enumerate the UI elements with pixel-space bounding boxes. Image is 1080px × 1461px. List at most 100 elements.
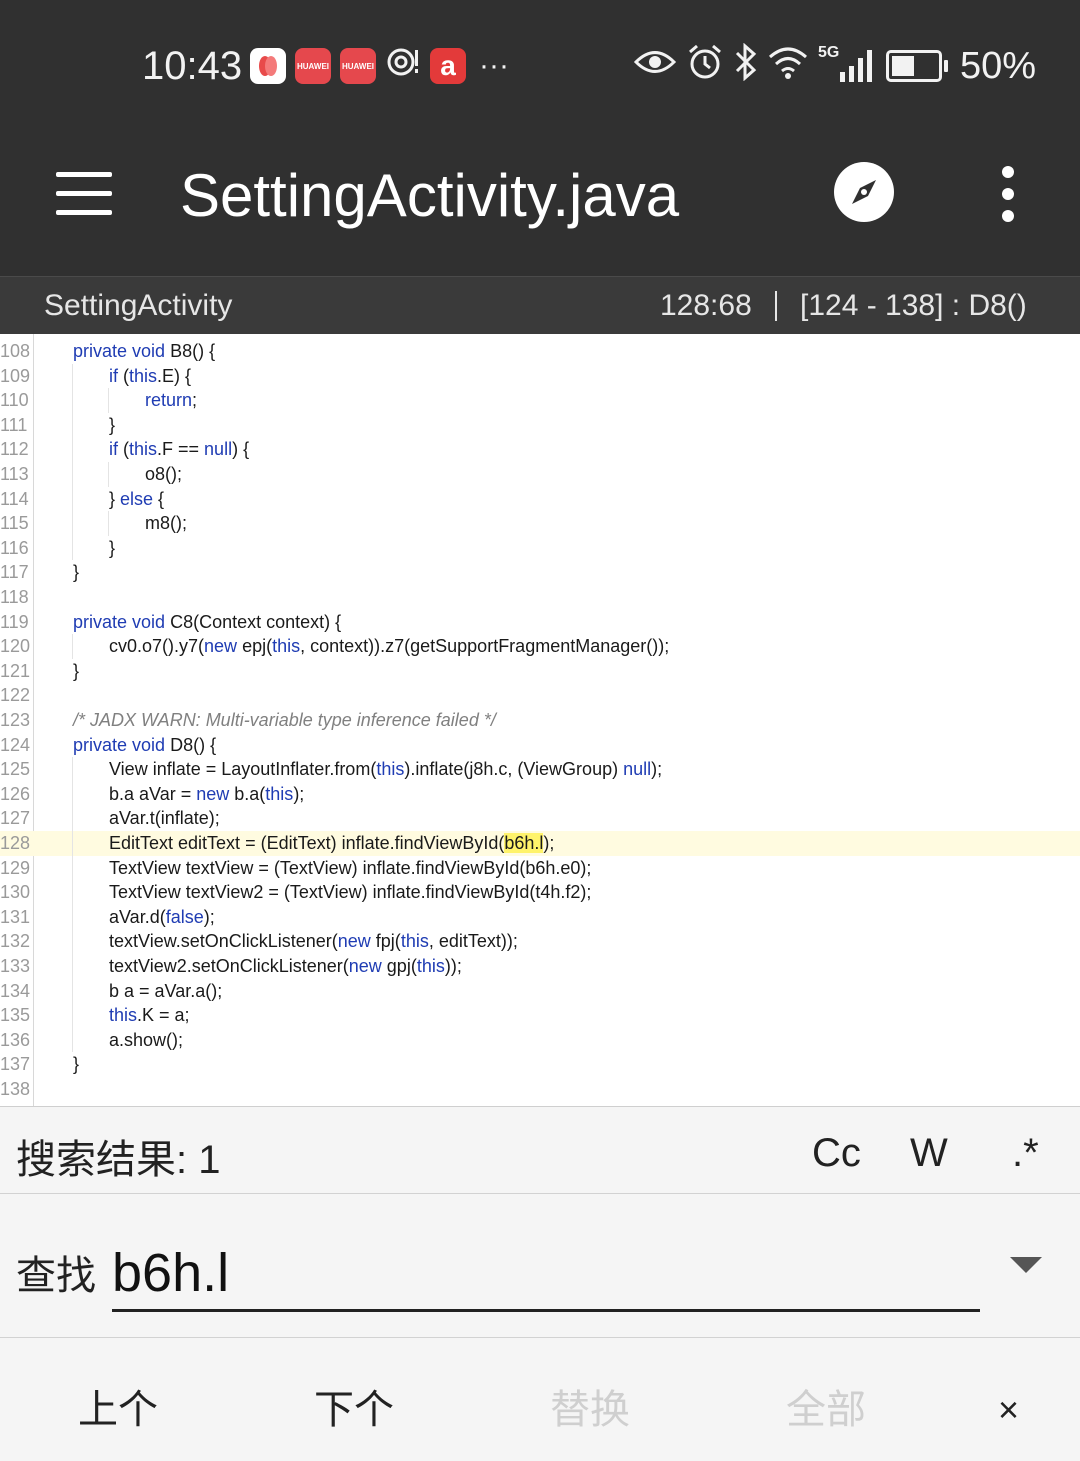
method-range[interactable]: [124 - 138] : D8()	[800, 289, 1027, 323]
code-line[interactable]: 134 b a = aVar.a();	[0, 979, 1080, 1004]
code-line[interactable]: 125 View inflate = LayoutInflater.from(th…	[0, 757, 1080, 782]
code-editor[interactable]: 108 private void B8() {109 if (this.E) {11…	[0, 334, 1080, 1106]
code-line[interactable]: 119 private void C8(Context context) {	[0, 610, 1080, 635]
next-match-button[interactable]: 下个	[314, 1377, 394, 1435]
wifi-icon	[768, 45, 808, 88]
code-line[interactable]: 118	[0, 585, 1080, 610]
code-line[interactable]: 131 aVar.d(false);	[0, 905, 1080, 930]
line-number: 136	[0, 1029, 31, 1050]
code-line[interactable]: 120 cv0.o7().y7(new epj(this, context)).z…	[0, 634, 1080, 659]
code-token: textView2.setOnClickListener(	[109, 956, 349, 976]
keyword-token: this	[129, 439, 158, 460]
code-text: TextView textView2 = (TextView) inflate.…	[109, 880, 591, 905]
find-label: 查找	[16, 1254, 96, 1298]
code-text: a.show();	[109, 1028, 183, 1053]
code-token: }	[73, 660, 80, 681]
code-line[interactable]: 112 if (this.F == null) {	[0, 437, 1080, 462]
find-input[interactable]	[112, 1237, 980, 1312]
regex-toggle[interactable]: .*	[1012, 1131, 1039, 1176]
code-token: textView.setOnClickListener(	[109, 931, 338, 952]
keyword-token: void	[132, 611, 166, 632]
code-line[interactable]: 136 a.show();	[0, 1028, 1080, 1053]
keyword-token: void	[132, 341, 166, 361]
code-text: cv0.o7().y7(new epj(this, context)).z7(g…	[109, 634, 669, 659]
code-line[interactable]: 129 TextView textView = (TextView) inflat…	[0, 856, 1080, 881]
code-line[interactable]: 128 EditText editText = (EditText) inflat…	[0, 831, 1080, 856]
code-text: b a = aVar.a();	[109, 979, 222, 1004]
bluetooth-icon	[734, 42, 758, 90]
code-line[interactable]: 111}	[0, 413, 1080, 438]
more-notifications-icon: ···	[479, 49, 509, 82]
search-match-highlight: b6h.l	[504, 833, 544, 853]
code-token: }	[109, 414, 116, 435]
compass-icon[interactable]	[834, 162, 894, 222]
line-number: 109	[0, 365, 31, 386]
line-number: 119	[0, 611, 29, 632]
line-number: 125	[0, 759, 31, 780]
code-line[interactable]: 113 o8();	[0, 462, 1080, 487]
code-token: TextView textView = (TextView) inflate.f…	[109, 857, 592, 878]
code-line[interactable]: 135 this.K = a;	[0, 1003, 1080, 1028]
line-number: 129	[0, 857, 31, 878]
code-line[interactable]: 132 textView.setOnClickListener(new fpj(t…	[0, 929, 1080, 954]
match-case-toggle[interactable]: Cc	[812, 1131, 861, 1176]
code-token: fpj(	[370, 931, 401, 952]
keyword-token: this	[400, 931, 429, 952]
code-line[interactable]: 137}	[0, 1052, 1080, 1077]
code-line[interactable]: 116}	[0, 536, 1080, 561]
code-line[interactable]: 123 /* JADX WARN: Multi-variable type inf…	[0, 708, 1080, 733]
code-text: private void B8() {	[73, 339, 215, 364]
code-line[interactable]: 127 aVar.t(inflate);	[0, 806, 1080, 831]
code-token: View inflate = LayoutInflater.from(	[109, 759, 377, 780]
dropdown-arrow-icon[interactable]	[1010, 1257, 1042, 1273]
hamburger-menu-icon[interactable]	[56, 172, 112, 216]
code-line[interactable]: 138	[0, 1077, 1080, 1102]
code-token: m8();	[145, 513, 187, 534]
line-number: 124	[0, 734, 31, 755]
code-line[interactable]: 115 m8();	[0, 511, 1080, 536]
code-line[interactable]: 109 if (this.E) {	[0, 364, 1080, 389]
keyword-token: private	[73, 611, 128, 632]
replace-all-button[interactable]: 全部	[786, 1377, 866, 1435]
code-line[interactable]: 133 textView2.setOnClickListener(new gpj(…	[0, 954, 1080, 979]
replace-button[interactable]: 替换	[550, 1377, 630, 1435]
code-line[interactable]: 124 private void D8() {	[0, 733, 1080, 758]
code-token: );	[203, 906, 215, 927]
code-line[interactable]: 122	[0, 683, 1080, 708]
code-text: aVar.t(inflate);	[109, 806, 220, 831]
whole-word-toggle[interactable]: W	[910, 1131, 948, 1176]
keyword-token: null	[623, 759, 652, 780]
line-number: 116	[0, 537, 29, 558]
previous-match-button[interactable]: 上个	[78, 1377, 158, 1435]
code-line[interactable]: 126 b.a aVar = new b.a(this);	[0, 782, 1080, 807]
code-line[interactable]: 130 TextView textView2 = (TextView) infla…	[0, 880, 1080, 905]
close-search-icon[interactable]: ×	[998, 1389, 1019, 1431]
overflow-menu-icon[interactable]	[996, 166, 1020, 222]
code-text: textView2.setOnClickListener(new gpj(thi…	[109, 954, 462, 979]
code-token: , editText));	[428, 931, 518, 952]
indent-guide	[72, 363, 73, 561]
alarm-icon	[686, 43, 724, 90]
code-token: cv0.o7().y7(	[109, 636, 205, 657]
code-token: (	[118, 439, 129, 460]
line-number: 114	[0, 488, 29, 509]
keyword-token: if	[109, 439, 118, 460]
keyword-token: new	[196, 783, 230, 804]
code-token: o8();	[145, 464, 183, 484]
class-name[interactable]: SettingActivity	[44, 289, 232, 323]
keyword-token: this	[129, 365, 158, 386]
code-line[interactable]: 121}	[0, 659, 1080, 684]
comment-token: /* JADX WARN: Multi-variable type infere…	[73, 710, 496, 730]
eye-icon	[633, 47, 677, 86]
code-line[interactable]: 108 private void B8() {	[0, 339, 1080, 364]
code-line[interactable]: 110 return;	[0, 388, 1080, 413]
line-number: 120	[0, 636, 31, 657]
code-line[interactable]: 117}	[0, 560, 1080, 585]
petal-icon	[250, 48, 286, 84]
code-text: o8();	[145, 462, 182, 487]
line-number: 135	[0, 1005, 31, 1026]
code-line[interactable]: 114} else {	[0, 487, 1080, 512]
keyword-token: new	[337, 931, 371, 952]
code-token: .E) {	[157, 365, 192, 386]
keyword-token: false	[165, 906, 204, 927]
